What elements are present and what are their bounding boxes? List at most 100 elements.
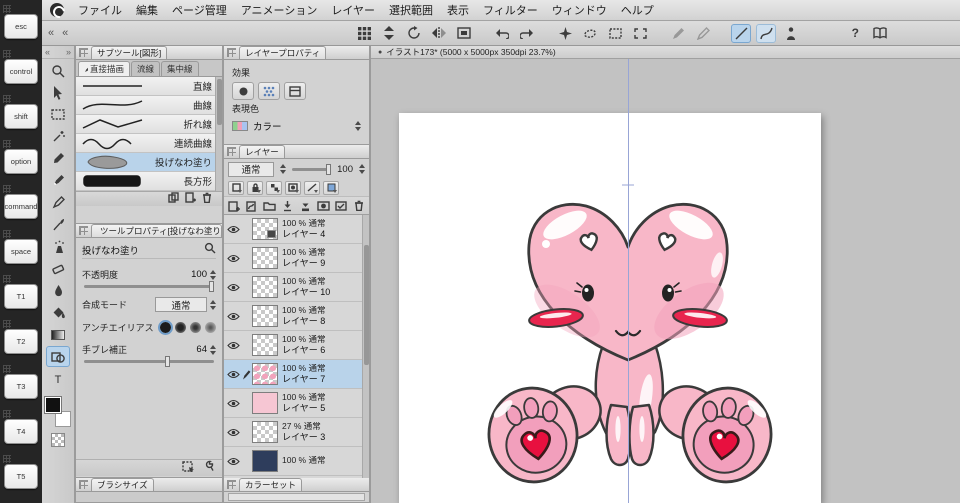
figure-tool-icon[interactable] [46,346,70,367]
layer-thumbnail[interactable] [252,305,278,327]
apply-mask-icon[interactable] [334,199,348,213]
blend-mode-dropdown[interactable]: 通常 [155,297,207,312]
transfer-to-layer-icon[interactable] [281,199,295,213]
visibility-eye-icon[interactable] [226,370,241,379]
layer-thumbnail[interactable] [252,421,278,443]
layer-list-scrollbar[interactable] [362,215,369,478]
new-raster-layer-icon[interactable] [227,199,241,213]
reset-settings-icon[interactable] [182,459,194,477]
zoom-stepper-icon[interactable] [379,24,399,43]
visibility-eye-icon[interactable] [226,457,241,466]
panel-menu-icon[interactable] [79,48,88,57]
lasso-fill-icon[interactable] [580,24,600,43]
brush-tool-icon[interactable] [46,214,70,235]
wrench-icon[interactable] [202,459,214,477]
layer-row-2[interactable]: 100 % 通常レイヤー 10 [224,273,369,302]
shortcut-key-control[interactable]: control [4,59,38,84]
layer-row-7[interactable]: 27 % 通常レイヤー 3 [224,418,369,447]
collapse-left-panel-icon-2[interactable]: « [62,27,68,39]
visibility-eye-icon[interactable] [226,283,241,292]
opacity-slider[interactable] [84,285,214,288]
subtool-tab-0[interactable]: 直接描画 [78,61,130,76]
flip-canvas-icon[interactable] [429,24,449,43]
layer-row-5[interactable]: 100 % 通常レイヤー 7 [224,360,369,389]
subtool-detail-magnifier-icon[interactable] [204,241,216,259]
shortcut-key-T3[interactable]: T3 [4,374,38,399]
clip-studio-logo-icon[interactable] [50,3,64,17]
copy-subtool-icon[interactable] [168,190,179,208]
visibility-eye-icon[interactable] [226,428,241,437]
layer-thumbnail[interactable] [252,363,278,385]
new-vector-layer-icon[interactable] [245,199,259,213]
canvas-tab-title[interactable]: イラスト173* (5000 x 5000px 350dpi 23.7%) [386,46,555,58]
layer-panel-tab[interactable]: レイヤー [239,145,285,158]
airbrush-tool-icon[interactable] [46,236,70,257]
create-layer-mask-icon[interactable] [316,199,330,213]
pencil-tool-icon[interactable] [46,192,70,213]
auto-select-wand-icon[interactable] [46,126,70,147]
antialias-none-icon[interactable] [160,322,171,333]
layer-row-4[interactable]: 100 % 通常レイヤー 6 [224,331,369,360]
main-color-swatch[interactable] [45,397,61,413]
fill-tool-icon[interactable] [46,302,70,323]
menu-item-7[interactable]: フィルター [483,2,538,18]
layer-opacity-slider[interactable] [292,168,331,171]
toolbar-expand-icon[interactable]: » [66,47,71,57]
subtool-item-3[interactable]: 連続曲線 [76,134,222,153]
opacity-stepper[interactable] [210,270,216,280]
expression-color-value[interactable]: カラー [253,119,282,133]
layer-thumbnail[interactable] [252,247,278,269]
text-tool-icon[interactable]: T [46,368,70,389]
redo-icon[interactable] [517,24,537,43]
opacity-value[interactable]: 100 [191,269,207,280]
layer-property-tab[interactable]: レイヤープロパティ [239,46,326,59]
visibility-eye-icon[interactable] [226,312,241,321]
visibility-eye-icon[interactable] [226,225,241,234]
eraser-tool-icon[interactable] [46,258,70,279]
menu-item-2[interactable]: ページ管理 [172,2,227,18]
layer-thumbnail[interactable] [252,334,278,356]
color-set-tab[interactable]: カラーセット [239,478,302,491]
layer-row-8[interactable]: 100 % 通常 [224,447,369,476]
shortcut-key-T2[interactable]: T2 [4,329,38,354]
expression-color-stepper[interactable] [355,121,361,131]
panel-menu-icon[interactable] [227,147,236,156]
canvas-page[interactable] [399,113,821,503]
subtool-item-4[interactable]: 投げなわ塗り [76,153,222,172]
sub-color-swatch[interactable] [55,411,71,427]
shortcut-key-option[interactable]: option [4,149,38,174]
fit-screen-icon[interactable] [454,24,474,43]
stabilization-stepper[interactable] [210,345,216,355]
menu-item-8[interactable]: ウィンドウ [552,2,607,18]
pencil-gray-icon[interactable] [668,24,688,43]
subtool-scrollbar[interactable] [215,77,222,191]
stabilization-slider[interactable] [84,360,214,363]
crop-marks-icon[interactable] [630,24,650,43]
help-icon[interactable]: ? [845,24,865,43]
layer-thumbnail[interactable] [252,392,278,414]
undo-icon[interactable] [492,24,512,43]
menu-item-3[interactable]: アニメーション [241,2,318,18]
layer-row-0[interactable]: 100 % 通常レイヤー 4 [224,215,369,244]
brush-size-tab[interactable]: ブラシサイズ [91,478,154,491]
layer-thumbnail[interactable] [252,218,278,240]
shortcut-key-command[interactable]: command [4,194,38,219]
antialias-strong-icon[interactable] [205,322,216,333]
menu-item-9[interactable]: ヘルプ [621,2,654,18]
delete-subtool-icon[interactable] [202,190,212,208]
new-layer-folder-icon[interactable] [263,199,277,213]
layer-thumbnail[interactable] [252,276,278,298]
layer-blend-stepper[interactable] [280,164,286,174]
panel-menu-icon[interactable] [227,48,236,57]
eyedropper-tool-icon[interactable] [46,148,70,169]
pen-tool-icon[interactable] [46,170,70,191]
curve-snap-icon[interactable] [756,24,776,43]
zoom-tool-icon[interactable] [46,60,70,81]
panel-menu-icon[interactable] [79,226,88,235]
rotate-view-icon[interactable] [404,24,424,43]
mannequin-snap-icon[interactable] [781,24,801,43]
antialias-weak-icon[interactable] [175,322,186,333]
delete-layer-icon[interactable] [352,199,366,213]
shortcut-key-space[interactable]: space [4,239,38,264]
move-tool-icon[interactable] [46,82,70,103]
